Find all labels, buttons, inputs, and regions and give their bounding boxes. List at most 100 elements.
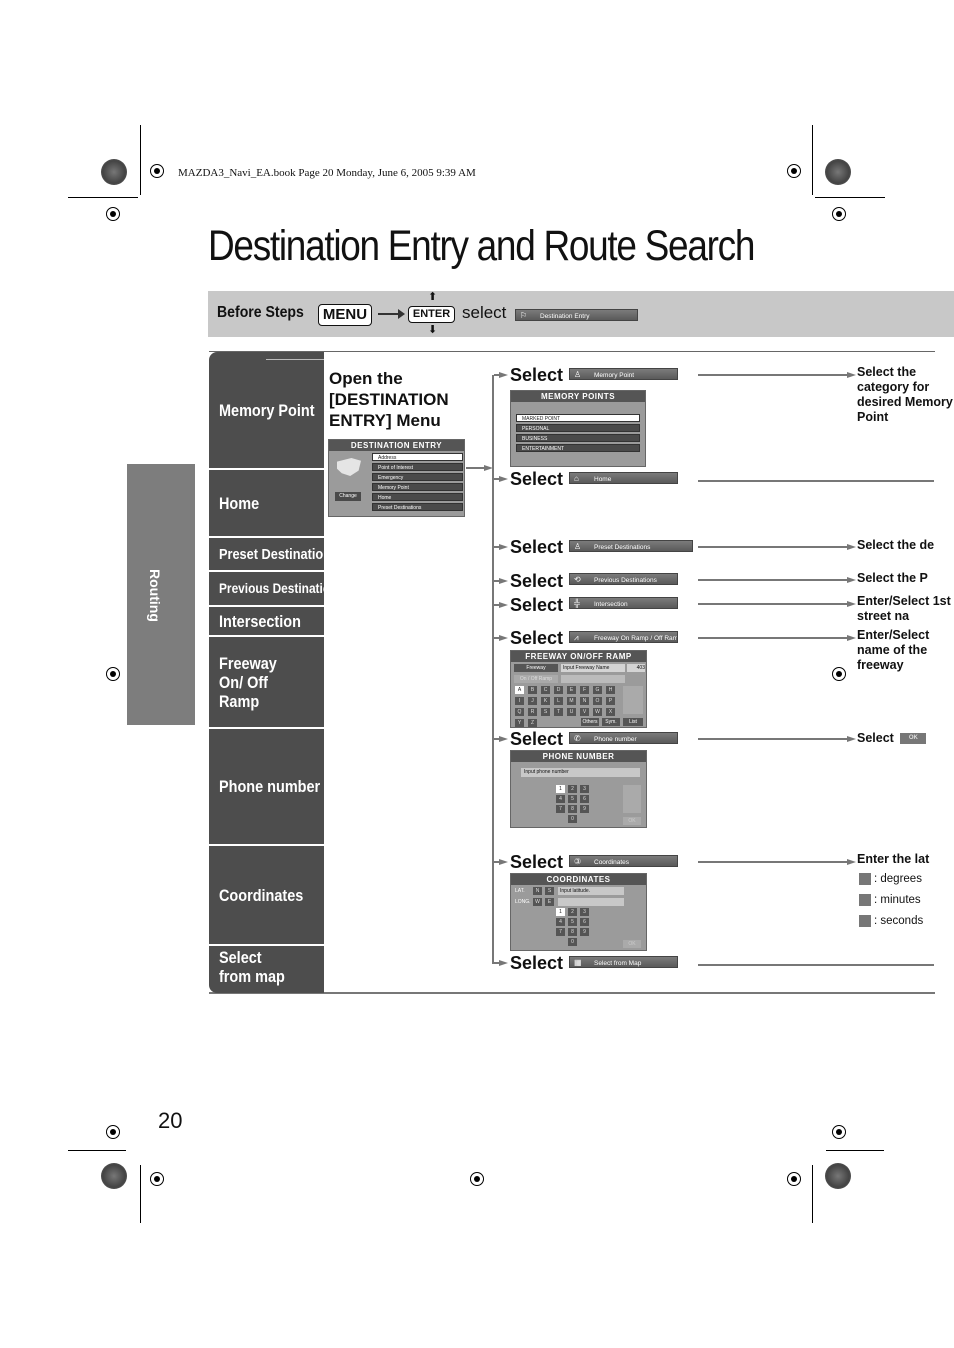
destination-entry-icon: ⚐ bbox=[520, 311, 528, 320]
routing-section-tab: Routing bbox=[127, 464, 195, 725]
keyboard-key: R bbox=[528, 708, 537, 716]
legend-seconds: : seconds bbox=[859, 915, 923, 928]
crop-mark bbox=[140, 1165, 141, 1223]
list-key: List bbox=[623, 718, 643, 726]
keypad-key: 7 bbox=[556, 805, 565, 813]
page-title: Destination Entry and Route Search bbox=[208, 222, 755, 270]
select-label: Select bbox=[510, 852, 564, 872]
routing-tab-label: Routing bbox=[147, 569, 163, 622]
result-line bbox=[698, 603, 848, 605]
keypad-key: 9 bbox=[580, 805, 589, 813]
memory-point-description: Select the category for desired Memory P… bbox=[857, 365, 953, 424]
result-line bbox=[698, 374, 848, 376]
keypad-key: 3 bbox=[580, 785, 589, 793]
keyboard-key: S bbox=[541, 708, 550, 716]
category-preset-destination: Preset Destination bbox=[209, 538, 331, 570]
east-key: E bbox=[545, 898, 554, 906]
select-text: select bbox=[462, 303, 507, 322]
north-key: N bbox=[533, 887, 542, 895]
latitude-input: Input latitude. bbox=[558, 887, 624, 895]
degrees-key-icon bbox=[859, 873, 871, 885]
keypad-key: 1 bbox=[556, 785, 565, 793]
previous-description: Select the P bbox=[857, 571, 928, 585]
keypad-key: 2 bbox=[568, 908, 577, 916]
result-arrow bbox=[847, 859, 856, 865]
keyboard-key: T bbox=[554, 708, 563, 716]
result-arrow bbox=[847, 635, 856, 641]
result-arrow bbox=[847, 736, 856, 742]
result-arrow bbox=[847, 601, 856, 607]
keypad-key: 2 bbox=[568, 785, 577, 793]
keypad-key: 5 bbox=[568, 918, 577, 926]
keyboard-key: B bbox=[528, 686, 537, 694]
select-label: Select bbox=[510, 953, 564, 973]
result-line bbox=[698, 579, 848, 581]
arrow-right-icon bbox=[378, 309, 405, 319]
registration-target bbox=[150, 1172, 164, 1186]
category-previous-destination: Previous Destination bbox=[209, 572, 337, 605]
crop-mark bbox=[812, 125, 813, 195]
screen-title: DESTINATION ENTRY bbox=[329, 440, 464, 451]
category-home: Home bbox=[209, 470, 324, 536]
keyboard-key: L bbox=[554, 697, 563, 705]
intersection-icon: ╬ bbox=[574, 599, 580, 608]
result-line bbox=[698, 964, 934, 966]
ok-button-image: OK bbox=[900, 733, 927, 745]
branch-arrow bbox=[499, 736, 508, 742]
result-arrow bbox=[847, 372, 856, 378]
menu-item-home: Home bbox=[372, 493, 463, 501]
person-pin-icon: ♙ bbox=[574, 370, 582, 379]
category-coordinates: Coordinates bbox=[209, 846, 324, 944]
registration-target bbox=[470, 1172, 484, 1186]
keyboard-key: X bbox=[606, 708, 615, 716]
registration-target bbox=[832, 207, 846, 221]
backspace-key bbox=[623, 686, 643, 714]
branch-arrow bbox=[499, 859, 508, 865]
select-from-map-button: ▦ Select from Map bbox=[569, 956, 678, 968]
screen-title: MEMORY POINTS bbox=[511, 391, 645, 402]
arrow-down-icon: ⬇ bbox=[428, 324, 438, 336]
keypad-key: 6 bbox=[580, 795, 589, 803]
open-destination-entry-title: Open the [DESTINATION ENTRY] Menu bbox=[329, 369, 449, 430]
registration-target bbox=[832, 667, 846, 681]
freeway-icon: ⩘ bbox=[574, 633, 579, 642]
registration-dot bbox=[101, 1163, 127, 1189]
branch-arrow bbox=[499, 476, 508, 482]
keypad-key: 5 bbox=[568, 795, 577, 803]
registration-target bbox=[787, 164, 801, 178]
keyboard-key: K bbox=[541, 697, 550, 705]
seconds-key-icon bbox=[859, 915, 871, 927]
menu-item-memory-point: Memory Point bbox=[372, 483, 463, 491]
select-label: Select bbox=[510, 729, 564, 749]
history-icon: ⟲ bbox=[574, 575, 581, 584]
page-number: 20 bbox=[158, 1108, 183, 1133]
west-key: W bbox=[533, 898, 542, 906]
keypad-key: 8 bbox=[568, 805, 577, 813]
keyboard-key: C bbox=[541, 686, 550, 694]
branch-arrow bbox=[499, 372, 508, 378]
long-label: LONG. bbox=[515, 899, 531, 905]
phone-ok-key: OK bbox=[623, 817, 641, 825]
keypad-key: 0 bbox=[568, 938, 577, 946]
keypad-key: 6 bbox=[580, 918, 589, 926]
map-icon: ▦ bbox=[574, 958, 582, 967]
home-button: ⌂ Home bbox=[569, 472, 678, 484]
select-label: Select bbox=[510, 537, 564, 557]
keypad-key: 8 bbox=[568, 928, 577, 936]
change-button: Change bbox=[335, 492, 361, 501]
person-pin-icon: ♙ bbox=[574, 542, 582, 551]
category-memory-point: Memory Point bbox=[209, 352, 324, 468]
ramp-input bbox=[561, 675, 625, 683]
us-map-icon bbox=[337, 458, 361, 476]
result-line bbox=[698, 480, 934, 482]
phone-input: Input phone number bbox=[521, 768, 640, 777]
coordinates-screen: COORDINATES LAT. LONG. N S W E Input lat… bbox=[510, 873, 647, 951]
registration-target bbox=[106, 1125, 120, 1139]
select-label: Select bbox=[510, 595, 564, 615]
connector-line bbox=[466, 467, 486, 469]
select-label: Select bbox=[510, 469, 564, 489]
coordinates-icon: ③ bbox=[574, 857, 582, 866]
keypad-key: 0 bbox=[568, 815, 577, 823]
destination-entry-screen: DESTINATION ENTRY Change Address Point o… bbox=[328, 439, 465, 517]
before-steps-label: Before Steps bbox=[217, 304, 304, 321]
